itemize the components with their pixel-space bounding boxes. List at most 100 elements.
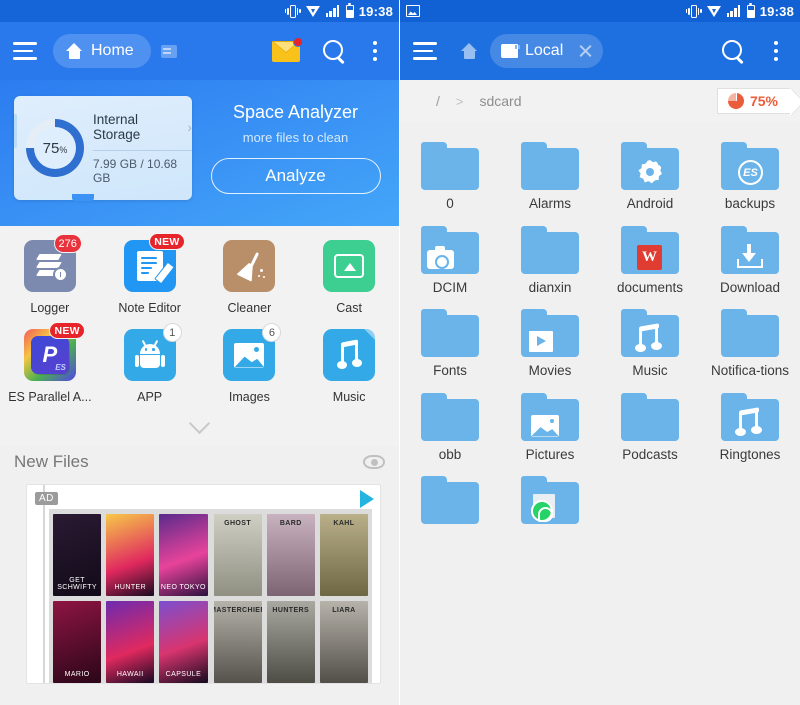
folder-row-4: obb Pictures Podcasts Ringtones xyxy=(400,379,800,463)
app-app[interactable]: 1 APP xyxy=(100,323,200,404)
vibrate-icon xyxy=(685,4,702,18)
mail-icon[interactable] xyxy=(272,36,303,62)
window-icon[interactable] xyxy=(160,44,177,58)
ad-tile: NEO TOKYO xyxy=(159,514,208,596)
folder-icon xyxy=(521,225,579,274)
app-cast[interactable]: Cast xyxy=(299,240,399,315)
ad-tile-label: NEO TOKYO xyxy=(160,584,206,591)
space-analyzer-subtitle: more files to clean xyxy=(242,130,349,145)
usage-percent: 75% xyxy=(749,93,778,109)
folder-item[interactable]: Pictures xyxy=(500,379,600,463)
folder-item[interactable]: Alarms xyxy=(500,128,600,212)
parallel-app-icon: P ES NEW xyxy=(23,322,85,381)
folder-item[interactable]: Movies xyxy=(500,295,600,379)
more-vertical-icon[interactable] xyxy=(364,39,386,63)
search-icon[interactable] xyxy=(322,39,346,63)
signal-icon xyxy=(325,5,341,17)
photo-icon xyxy=(406,5,420,17)
internal-storage-card[interactable]: 75% Internal Storage › 7.99 GB / 10.68 G… xyxy=(14,96,192,201)
timeline-rail xyxy=(43,485,45,683)
search-icon[interactable] xyxy=(721,39,745,63)
app-es-parallel[interactable]: P ES NEW ES Parallel A... xyxy=(0,322,100,404)
pie-chart-icon xyxy=(727,93,744,109)
ad-choices-icon[interactable] xyxy=(360,490,374,508)
tab-home[interactable]: Home xyxy=(53,34,151,68)
right-screen-local: 19:38 Local / > sdcard 75% 0 Alarms Andr… xyxy=(400,0,800,705)
folder-row-2: DCIM dianxin W documents Download xyxy=(400,212,800,296)
folder-icon xyxy=(621,309,679,358)
usage-badge[interactable]: 75% xyxy=(716,88,790,114)
folder-item[interactable]: Download xyxy=(700,212,800,296)
download-icon xyxy=(737,243,763,268)
analyze-button[interactable]: Analyze xyxy=(210,158,381,194)
folder-item-empty xyxy=(600,462,700,530)
folder-row-3: Fonts Movies Music Notifica-tions xyxy=(400,295,800,379)
storage-hero: 75% Internal Storage › 7.99 GB / 10.68 G… xyxy=(0,80,399,226)
app-cleaner[interactable]: Cleaner xyxy=(200,240,300,315)
status-time: 19:38 xyxy=(358,3,393,19)
battery-icon xyxy=(345,2,354,18)
folder-item[interactable]: obb xyxy=(400,379,500,463)
app-images[interactable]: 6 Images xyxy=(200,323,300,404)
folder-icon xyxy=(721,225,779,274)
ad-tile-label: MASTERCHIEF xyxy=(214,607,262,614)
app-row-1: 276 Logger NEW Note Editor Cleaner Cast xyxy=(0,233,399,315)
app-logger[interactable]: 276 Logger xyxy=(0,234,100,315)
folder-item[interactable]: Music xyxy=(600,295,700,379)
folder-icon xyxy=(421,142,479,190)
folder-item[interactable]: Notifica-tions xyxy=(700,295,800,379)
breadcrumb-current[interactable]: sdcard xyxy=(463,93,537,109)
ad-tile-label: LIARA xyxy=(332,607,356,614)
app-label: Cast xyxy=(336,301,362,315)
app-music[interactable]: Music xyxy=(299,329,399,404)
tab-local[interactable]: Local xyxy=(490,34,604,68)
folder-label: DCIM xyxy=(432,279,468,295)
folder-item[interactable]: ES backups xyxy=(700,128,800,212)
es-logo-icon: ES xyxy=(738,160,763,185)
ad-tile: HUNTER xyxy=(106,514,155,596)
signal-icon xyxy=(726,5,742,17)
left-screen-home: 19:38 Home 75% Internal Storage › 7.99 G… xyxy=(0,0,400,705)
app-label: Cleaner xyxy=(227,301,272,315)
folder-label: Fonts xyxy=(433,363,467,379)
folder-item[interactable]: Android xyxy=(600,128,700,212)
folder-item[interactable]: Ringtones xyxy=(700,379,800,463)
folder-item[interactable]: Fonts xyxy=(400,295,500,379)
folder-item[interactable]: dianxin xyxy=(500,212,600,296)
note-editor-icon: NEW xyxy=(123,233,185,292)
ad-banner[interactable]: AD GET SCHWIFTY HUNTER NEO TOKYO MARIO H… xyxy=(26,484,381,684)
folder-label: Notifica-tions xyxy=(710,363,790,379)
more-vertical-icon[interactable] xyxy=(765,39,787,63)
breadcrumb-root[interactable]: / xyxy=(420,93,456,109)
ad-content: GET SCHWIFTY HUNTER NEO TOKYO MARIO HAWA… xyxy=(49,509,372,683)
folder-label: 0 xyxy=(446,196,454,211)
folder-icon xyxy=(521,476,579,525)
app-label: Note Editor xyxy=(118,301,181,315)
tab-local-label: Local xyxy=(525,42,564,59)
ad-label: AD xyxy=(35,492,58,505)
storage-percent: 75 xyxy=(42,139,60,157)
expand-apps-button[interactable] xyxy=(0,404,399,446)
ad-tile: CAPSULE xyxy=(159,601,208,683)
folder-item[interactable]: Podcasts xyxy=(600,379,700,463)
folder-icon xyxy=(721,392,779,441)
status-bar-right: 19:38 xyxy=(400,0,800,22)
folder-item[interactable]: DCIM xyxy=(400,212,500,296)
home-icon[interactable] xyxy=(461,43,478,59)
storage-usage: 7.99 GB / 10.68 GB xyxy=(93,149,192,185)
close-icon[interactable] xyxy=(578,44,593,59)
folder-icon: ES xyxy=(721,142,779,190)
menu-icon[interactable] xyxy=(13,41,39,61)
folder-item[interactable]: W documents xyxy=(600,212,700,296)
folder-item[interactable]: 0 xyxy=(400,128,500,212)
eye-icon[interactable] xyxy=(363,455,385,469)
status-time: 19:38 xyxy=(759,3,794,19)
dual-screenshot: 19:38 Home 75% Internal Storage › 7.99 G… xyxy=(0,0,800,705)
folder-item[interactable] xyxy=(400,462,500,530)
tab-home-label: Home xyxy=(91,42,134,59)
folder-item[interactable] xyxy=(500,462,600,530)
app-note-editor[interactable]: NEW Note Editor xyxy=(100,233,200,315)
menu-icon[interactable] xyxy=(413,41,439,61)
ad-tile-label: HUNTER xyxy=(114,584,147,591)
play-icon xyxy=(529,331,553,353)
